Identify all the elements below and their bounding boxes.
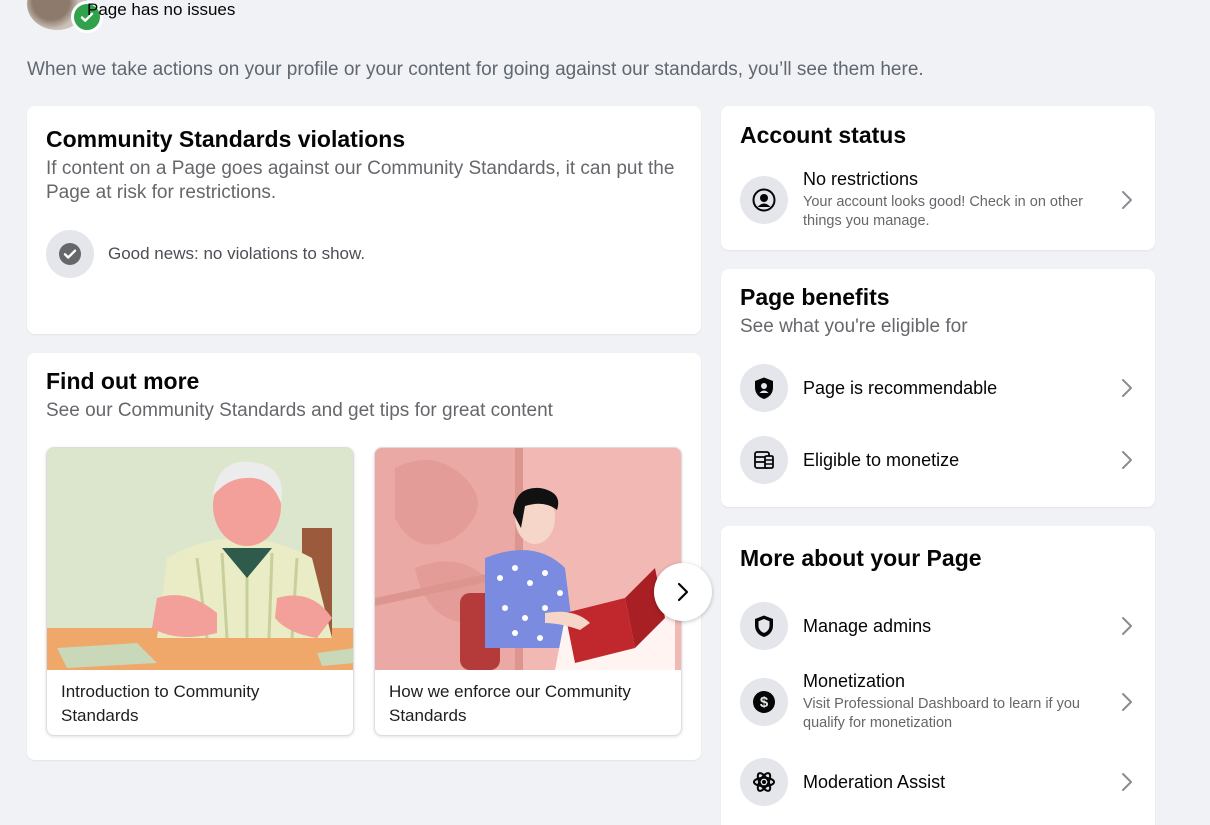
chevron-right-icon <box>677 582 689 602</box>
benefit-row-monetize[interactable]: Eligible to monetize <box>740 436 1136 484</box>
more-about-title: More about your Page <box>740 545 982 571</box>
find-more-subtitle: See our Community Standards and get tips… <box>46 400 553 421</box>
article-illustration-man <box>47 448 353 670</box>
row-title: Moderation Assist <box>803 771 946 792</box>
violations-subtitle: If content on a Page goes against our Co… <box>46 158 675 203</box>
chevron-right-icon <box>1122 693 1132 711</box>
atom-icon <box>740 758 788 806</box>
chevron-right-icon <box>1122 191 1132 209</box>
more-row-moderation-assist[interactable]: Moderation Assist <box>740 758 1136 806</box>
more-row-manage-admins[interactable]: Manage admins <box>740 602 1136 650</box>
page-benefits-subtitle: See what you're eligible for <box>740 316 968 337</box>
violations-card: Community Standards violations If conten… <box>27 106 701 334</box>
account-status-row[interactable]: No restrictions Your account looks good!… <box>740 169 1136 231</box>
row-title: Page is recommendable <box>803 377 998 398</box>
avatar[interactable] <box>27 0 103 33</box>
good-news-text: Good news: no violations to show. <box>108 244 366 263</box>
user-circle-icon <box>740 176 788 224</box>
page: Page has no issues When we take actions … <box>0 0 1210 825</box>
row-title: No restrictions <box>803 169 919 189</box>
article-card-intro[interactable]: Introduction to Community Standards <box>46 447 354 736</box>
article-illustration-woman <box>375 448 681 670</box>
page-benefits-card: Page benefits See what you're eligible f… <box>721 269 1155 507</box>
find-more-title: Find out more <box>46 368 200 394</box>
shield-person-icon <box>740 364 788 412</box>
article-card-enforce[interactable]: How we enforce our Community Standards <box>374 447 682 736</box>
page-benefits-title: Page benefits <box>740 284 890 310</box>
row-title: Eligible to monetize <box>803 449 960 470</box>
row-subtitle: Your account looks good! Check in on oth… <box>803 194 1083 229</box>
account-status-title: Account status <box>740 122 907 148</box>
violations-title: Community Standards violations <box>46 126 406 152</box>
chevron-right-icon <box>1122 379 1132 397</box>
svg-text:$: $ <box>760 694 769 711</box>
article-label: How we enforce our Community Standards <box>389 682 631 725</box>
account-status-card: Account status No restrictions Your acco… <box>721 106 1155 250</box>
row-title: Monetization <box>803 671 906 691</box>
shield-icon <box>740 602 788 650</box>
check-circle-icon <box>46 230 94 278</box>
chevron-right-icon <box>1122 773 1132 791</box>
good-news: Good news: no violations to show. <box>46 230 365 278</box>
benefit-row-recommendable[interactable]: Page is recommendable <box>740 364 1136 412</box>
more-row-monetization[interactable]: $ Monetization Visit Professional Dashbo… <box>740 671 1136 733</box>
carousel-next-button[interactable] <box>654 563 712 621</box>
intro-text: When we take actions on your profile or … <box>27 59 924 80</box>
more-about-card: More about your Page Manage admins $ Mon… <box>721 526 1155 825</box>
row-title: Manage admins <box>803 615 932 636</box>
article-label: Introduction to Community Standards <box>61 682 260 725</box>
chevron-right-icon <box>1122 617 1132 635</box>
row-subtitle: Visit Professional Dashboard to learn if… <box>803 696 1080 731</box>
find-more-card: Find out more See our Community Standard… <box>27 353 712 760</box>
chevron-right-icon <box>1122 451 1132 469</box>
dollar-circle-icon: $ <box>740 678 788 726</box>
page-status <box>27 0 103 33</box>
money-stack-icon <box>740 436 788 484</box>
page-status-text: Page has no issues <box>87 0 236 19</box>
